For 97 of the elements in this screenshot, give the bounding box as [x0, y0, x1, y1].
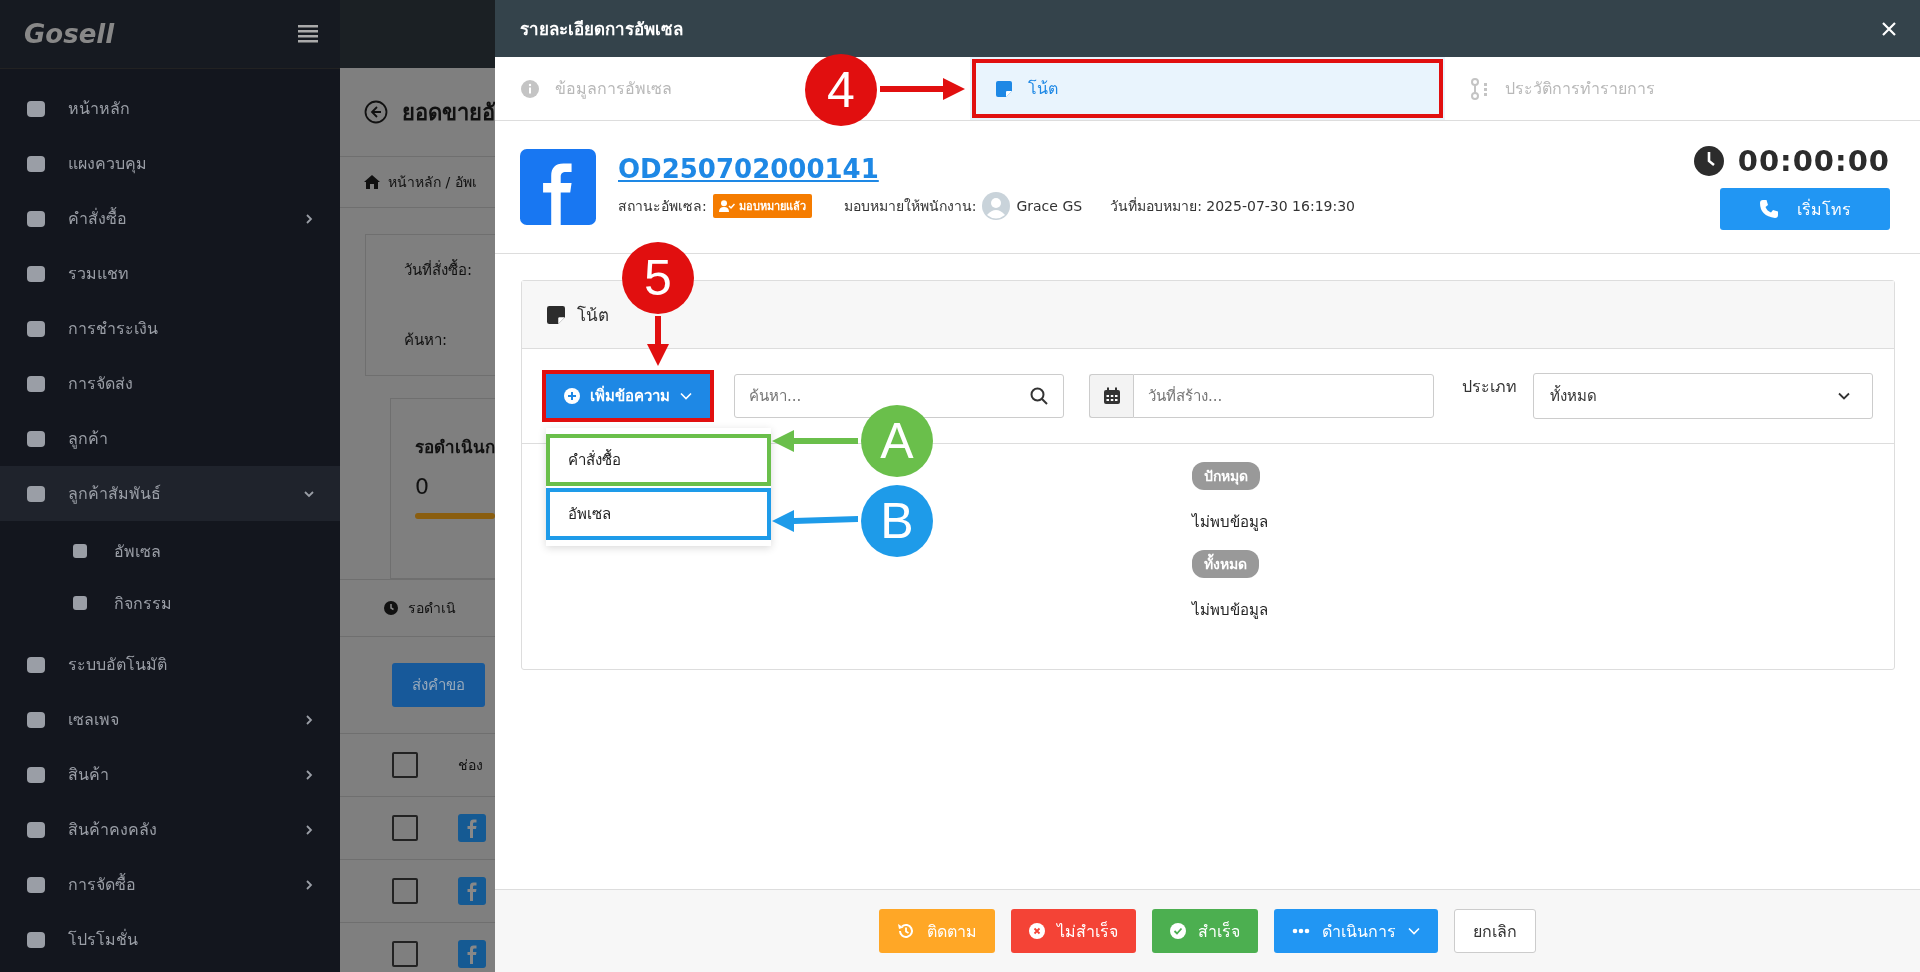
menu-item-icon: [26, 820, 46, 839]
menu-item-icon: [26, 264, 46, 283]
group-tag: ปักหมุด: [1192, 462, 1260, 490]
check-circle-icon: [1170, 923, 1186, 939]
sidebar-subitem[interactable]: กิจกรรม: [0, 577, 340, 629]
timeline-icon: [1471, 77, 1489, 100]
status-tab[interactable]: รอดำเนิ: [408, 597, 456, 619]
x-circle-icon: [1029, 923, 1045, 939]
dots-icon: [1292, 928, 1310, 934]
search-field[interactable]: ค้นหา...: [734, 374, 1064, 418]
status-badge: มอบหมายแล้ว: [712, 194, 812, 218]
call-timer: 00:00:00: [1737, 144, 1890, 178]
empty-message: ไม่พบข้อมูล: [1192, 600, 1268, 621]
breadcrumb: หน้าหลัก / อัพเ: [388, 173, 477, 192]
sidebar-item[interactable]: ลูกค้าสัมพันธ์: [0, 466, 340, 521]
back-icon[interactable]: [364, 100, 388, 124]
sidebar-item[interactable]: เซลเพจ: [0, 692, 340, 747]
sidebar-item[interactable]: สินค้า: [0, 747, 340, 802]
checkbox[interactable]: [392, 878, 418, 904]
filter-label: วันที่สั่งซื้อ:: [404, 258, 474, 281]
facebook-icon: [520, 149, 596, 225]
menu-item-icon: [26, 99, 46, 118]
facebook-icon: [458, 940, 486, 968]
phone-icon: [1759, 199, 1779, 219]
footer-button[interactable]: ไม่สำเร็จ: [1011, 909, 1136, 953]
menu-item-icon: [26, 710, 46, 729]
facebook-icon: [458, 877, 486, 905]
menu-item-icon: [26, 875, 46, 894]
sidebar-item[interactable]: การจัดส่ง: [0, 356, 340, 411]
sidebar-item[interactable]: แผงควบคุม: [0, 136, 340, 191]
type-label: ประเภท: [1462, 376, 1517, 398]
assigned-date: วันที่มอบหมาย: 2025-07-30 16:19:30: [1110, 196, 1355, 216]
menu-item[interactable]: คำสั่งซื้อ: [546, 434, 771, 486]
info-icon: [521, 79, 539, 98]
menu-item[interactable]: อัพเซล: [546, 488, 771, 540]
plus-circle-icon: [564, 388, 580, 404]
menu-item-icon: [26, 154, 46, 173]
calendar-icon: [1102, 387, 1121, 405]
menu-item-icon: [26, 930, 46, 949]
caret-icon: [1408, 927, 1420, 935]
empty-message: ไม่พบข้อมูล: [1192, 512, 1268, 533]
menu-item-icon: [72, 543, 88, 559]
user-check-icon: [718, 200, 735, 212]
menu-item-icon: [26, 429, 46, 448]
menu-item-icon: [26, 374, 46, 393]
chevron-icon: [304, 769, 314, 780]
menu-item-icon: [26, 209, 46, 228]
column-header: ช่อง: [458, 756, 483, 775]
sidebar-item[interactable]: การชำระเงิน: [0, 301, 340, 356]
menu-item-icon: [26, 484, 46, 503]
order-number-link[interactable]: OD250702000141: [618, 154, 1672, 184]
checkbox[interactable]: [392, 941, 418, 967]
sidebar-item[interactable]: ระบบอัตโนมัติ: [0, 637, 340, 692]
sidebar-subitem[interactable]: อัพเซล: [0, 525, 340, 577]
footer-button[interactable]: ยกเลิก: [1454, 909, 1536, 953]
menu-item-icon: [26, 655, 46, 674]
menu-item-icon: [26, 319, 46, 338]
page-title: ยอดขายอั: [402, 98, 495, 127]
filter-label: ค้นหา:: [404, 330, 449, 351]
status-label: สถานะอัพเซล:: [618, 197, 707, 216]
sidebar-item[interactable]: การจัดซื้อ: [0, 857, 340, 912]
clock-icon: [1693, 146, 1724, 176]
checkbox[interactable]: [392, 752, 418, 778]
checkbox[interactable]: [392, 815, 418, 841]
logo: Gosell: [24, 19, 115, 49]
sidebar-item[interactable]: รวมแชท: [0, 246, 340, 301]
menu-item-icon: [26, 765, 46, 784]
chevron-icon: [304, 879, 314, 890]
date-field[interactable]: วันที่สร้าง...: [1133, 374, 1434, 418]
modal-title: รายละเอียดการอัพเซล: [520, 18, 683, 41]
group-tag: ทั้งหมด: [1192, 550, 1259, 578]
chevron-icon: [304, 488, 314, 499]
sidebar-item[interactable]: ลูกค้า: [0, 411, 340, 466]
card-title: โน้ต: [577, 304, 609, 327]
menu-icon[interactable]: [298, 25, 318, 43]
close-icon[interactable]: [1882, 21, 1896, 36]
sidebar-item[interactable]: สินค้าคงคลัง: [0, 802, 340, 857]
history-icon: [897, 922, 915, 940]
sidebar-item[interactable]: โปรโมชั่น: [0, 912, 340, 967]
sidebar-item[interactable]: คำสั่งซื้อ: [0, 191, 340, 246]
type-select[interactable]: ทั้งหมด: [1533, 373, 1873, 419]
chevron-icon: [304, 824, 314, 835]
assignee-name: Grace GS: [1016, 198, 1083, 214]
menu-item-icon: [72, 595, 88, 611]
avatar-icon: [982, 192, 1011, 220]
chevron-icon: [304, 714, 314, 725]
assignee-label: มอบหมายให้พนักงาน:: [843, 197, 977, 216]
chevron-icon: [304, 213, 314, 224]
facebook-icon: [458, 814, 486, 842]
search-icon: [1030, 387, 1048, 405]
note-icon: [547, 305, 565, 324]
caret-icon: [1838, 392, 1850, 400]
home-icon: [364, 175, 380, 189]
sidebar-item[interactable]: หน้าหลัก: [0, 81, 340, 136]
clock-icon: [384, 601, 398, 615]
note-icon: [996, 80, 1012, 97]
caret-icon: [680, 392, 692, 400]
